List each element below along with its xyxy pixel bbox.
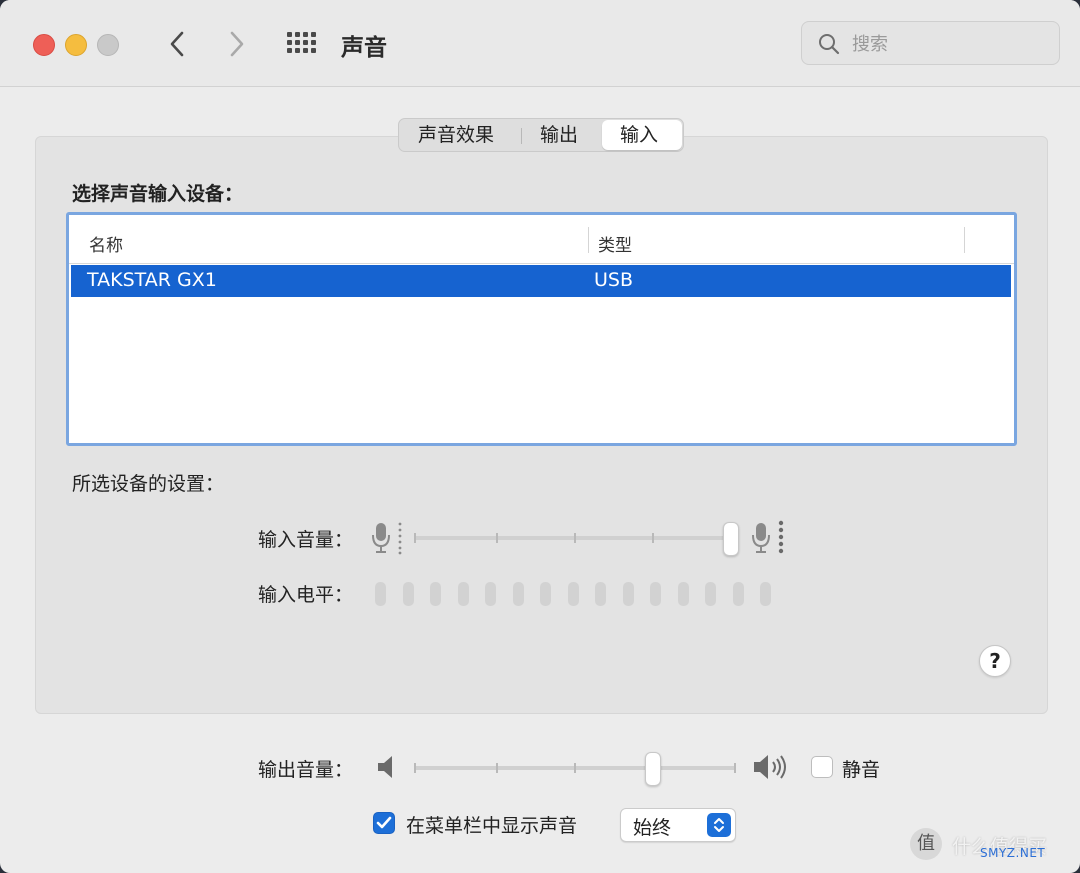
tab-sound-effects[interactable]: 声音效果 <box>400 120 522 150</box>
output-volume-label: 输出音量： <box>258 759 354 781</box>
level-segment <box>567 582 579 606</box>
title-bar: 声音 <box>0 0 1080 87</box>
microphone-low-icon <box>372 522 402 555</box>
level-segment <box>430 582 441 606</box>
mute-label: 静音 <box>842 759 881 781</box>
level-segment <box>485 582 496 606</box>
level-segment <box>732 582 744 606</box>
help-button[interactable]: ? <box>979 645 1011 677</box>
level-segment <box>402 582 414 606</box>
column-header-name[interactable]: 名称 <box>89 231 123 256</box>
slider-tick <box>414 533 416 543</box>
search-input[interactable] <box>850 30 1049 58</box>
popup-stepper-icon <box>707 813 731 837</box>
level-segment <box>457 582 469 606</box>
sound-preferences-window: 声音 声音效果 输出 输入 选择声音输入设备： 名称 类型 TAKSTAR GX… <box>0 0 1080 873</box>
device-name-cell: TAKSTAR GX1 <box>87 269 217 291</box>
slider-tick <box>574 533 576 543</box>
forward-button[interactable] <box>220 26 254 62</box>
level-segment <box>622 582 634 606</box>
watermark: 值 什么值得买 SMYZ.NET <box>908 826 1078 872</box>
column-separator <box>588 227 589 253</box>
speaker-high-icon <box>754 755 786 779</box>
level-segment <box>375 582 386 606</box>
show-all-grid-button[interactable] <box>284 30 320 58</box>
selected-device-settings-label: 所选设备的设置： <box>72 473 225 495</box>
chevron-left-icon <box>170 31 184 57</box>
menubar-visibility-popup[interactable]: 始终 <box>620 808 736 842</box>
column-header-type[interactable]: 类型 <box>598 231 632 256</box>
input-level-label: 输入电平： <box>258 584 354 606</box>
input-volume-label: 输入音量： <box>258 529 354 551</box>
column-separator <box>964 227 965 253</box>
search-field[interactable] <box>801 21 1060 65</box>
table-row[interactable]: TAKSTAR GX1 USB <box>71 265 1011 297</box>
watermark-logo-icon: 值 <box>910 828 942 860</box>
watermark-sub: SMYZ.NET <box>980 846 1046 860</box>
level-segment <box>650 582 661 606</box>
device-type-cell: USB <box>594 269 634 291</box>
slider-tick <box>414 763 416 773</box>
show-in-menubar-label: 在菜单栏中显示声音 <box>406 815 578 837</box>
speaker-low-icon <box>378 756 392 778</box>
search-icon <box>819 34 840 55</box>
level-segment <box>677 582 689 606</box>
slider-tick <box>652 533 654 543</box>
microphone-high-icon <box>752 520 784 554</box>
mute-checkbox[interactable] <box>811 756 833 778</box>
minimize-window-button[interactable] <box>65 34 87 56</box>
show-in-menubar-checkbox[interactable] <box>373 812 395 834</box>
window-title: 声音 <box>341 35 387 61</box>
level-segment <box>512 582 524 606</box>
level-segment <box>595 582 606 606</box>
segmented-tabs: 声音效果 输出 输入 <box>398 118 684 152</box>
select-input-device-label: 选择声音输入设备： <box>72 183 244 205</box>
level-segment <box>540 582 551 606</box>
input-volume-knob[interactable] <box>722 522 739 556</box>
level-segment <box>760 582 771 606</box>
zoom-window-button[interactable] <box>97 34 119 56</box>
table-header: 名称 类型 <box>69 215 1014 264</box>
tab-input[interactable]: 输入 <box>602 120 682 150</box>
back-button[interactable] <box>160 26 194 62</box>
popup-selected-value: 始终 <box>633 817 672 839</box>
close-window-button[interactable] <box>33 34 55 56</box>
slider-tick <box>734 763 736 773</box>
slider-tick <box>574 763 576 773</box>
slider-tick <box>496 763 498 773</box>
chevron-right-icon <box>230 31 244 57</box>
slider-tick <box>496 533 498 543</box>
input-device-table[interactable]: 名称 类型 TAKSTAR GX1 USB <box>66 212 1017 446</box>
tab-output[interactable]: 输出 <box>522 120 602 150</box>
output-volume-knob[interactable] <box>645 752 662 786</box>
level-segment <box>705 582 716 606</box>
checkmark-icon <box>376 816 392 829</box>
